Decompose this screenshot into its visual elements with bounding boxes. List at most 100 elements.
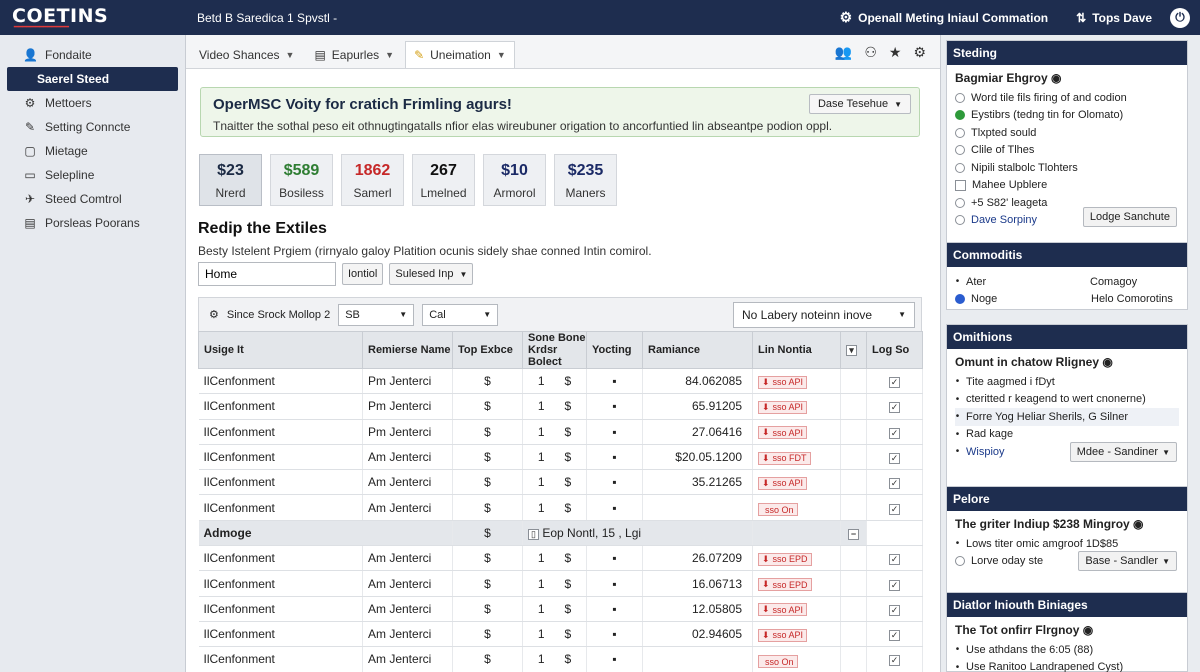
sidebar-item-steed-comtrol[interactable]: ✈ Steed Comtrol xyxy=(7,187,178,211)
banner-dropdown-button[interactable]: Dase Tesehue ▼ xyxy=(808,94,911,114)
column-menu-icon[interactable]: ▾ xyxy=(846,345,857,356)
tab-video-shances[interactable]: Video Shances ▼ xyxy=(190,41,303,68)
table-row[interactable]: IlCenfonment Am Jenterci $1 $ ▪ 35.21265 ⬇ sso… xyxy=(198,469,923,496)
checkbox-option[interactable]: Mahee Upblere xyxy=(955,177,1179,195)
open-meeting-button[interactable]: ⚙ Openall Meting Iniaul Commation xyxy=(830,9,1059,26)
table-row[interactable]: IlCenfonment Pm Jenterci $1 $ ▪ 27.06416 ⬇ sso… xyxy=(198,419,923,445)
status-badge[interactable]: ⬇ sso API xyxy=(758,628,808,642)
sidebar-item-mietage[interactable]: ▢ Mietage xyxy=(7,139,178,163)
table-row[interactable]: IlCenfonment Am Jenterci $1 $ ▪ 26.07209 ⬇ sso… xyxy=(198,545,923,572)
list-item[interactable]: • Use Ranitoo Landrapened Cyst) xyxy=(955,659,1179,672)
radio-option[interactable]: Clile of Tlhes xyxy=(955,142,1179,160)
status-badge[interactable]: ⬇ sso EPD xyxy=(758,578,812,592)
checkbox-icon[interactable]: ✓ xyxy=(889,453,900,465)
list-item[interactable]: • Forre Yog Heliar Sherils, G Silner xyxy=(955,408,1179,426)
radio-option[interactable]: Nipili stalbolc Tlohters xyxy=(955,159,1179,177)
checkbox-icon[interactable]: ✓ xyxy=(889,478,900,490)
list-item[interactable]: • Lows titer omic amgroof 1D$85 xyxy=(955,535,1179,553)
status-badge[interactable]: ⬇ sso API xyxy=(758,426,808,440)
tops-dave-button[interactable]: ⇅ Tops Dave xyxy=(1066,11,1162,25)
app-logo[interactable]: COETINS ━━━━━━━━━━━━━ xyxy=(0,0,185,35)
list-item[interactable]: • cteritted r keagend to wert cnonerne) xyxy=(955,391,1179,409)
radio-option[interactable]: Eystibrs (tedng tin for Olomato) xyxy=(955,107,1179,125)
sidebar-item-setting-conncte[interactable]: ✎ Setting Conncte xyxy=(7,115,178,139)
sulesed-dropdown[interactable]: Sulesed Inp ▼ xyxy=(389,263,474,285)
sidebar-item-fondaite[interactable]: 👤 Fondaite xyxy=(7,43,178,67)
list-item[interactable]: • Use athdans the 6:05 (88) xyxy=(955,641,1179,659)
column-header[interactable]: Lin Nontia xyxy=(752,331,841,369)
column-header[interactable]: Ramiance xyxy=(642,331,753,369)
list-item[interactable]: Noge Helo Comorotins xyxy=(955,291,1179,309)
select-cal[interactable]: Cal ▼ xyxy=(422,303,499,326)
table-row[interactable]: IlCenfonment Am Jenterci $1 $ ▪ $20.05.1200 ⬇… xyxy=(198,444,923,471)
table-row[interactable]: IlCenfonment Am Jenterci $1 $ ▪ 02.94605 ⬇ sso… xyxy=(198,621,923,648)
column-header[interactable]: Log So xyxy=(866,331,923,369)
table-row[interactable]: IlCenfonment Am Jenterci $1 $ ▪ sso On ✓ xyxy=(198,646,923,672)
status-badge[interactable]: ⬇ sso API xyxy=(758,375,808,389)
breadcrumb[interactable]: Betd B Saredica 1 Spvstl - xyxy=(197,11,830,25)
sidebar-item-porsleas-poorans[interactable]: ▤ Porsleas Poorans xyxy=(7,211,178,235)
checkbox-icon[interactable]: ✓ xyxy=(889,604,900,616)
status-badge[interactable]: ⬇ sso API xyxy=(758,476,808,490)
status-badge[interactable]: ⬇ sso API xyxy=(758,603,808,617)
checkbox-icon[interactable]: ✓ xyxy=(889,377,900,389)
table-row[interactable]: IlCenfonment Am Jenterci $1 $ ▪ sso On ✓ xyxy=(198,494,923,521)
status-badge[interactable]: sso On xyxy=(758,655,798,669)
mdee-sandiner-button[interactable]: Mdee - Sandiner ▼ xyxy=(1069,442,1177,462)
table-row[interactable]: IlCenfonment Am Jenterci $1 $ ▪ 16.06713 ⬇ sso… xyxy=(198,570,923,597)
status-badge[interactable]: ⬇ sso API xyxy=(758,400,808,414)
column-header[interactable]: Sone Bone Krdsr Bolect xyxy=(522,331,587,369)
stat-card[interactable]: $589 Bosiless xyxy=(270,154,333,206)
lodge-sanchute-button[interactable]: Lodge Sanchute xyxy=(1082,207,1177,227)
stat-card[interactable]: $235 Maners xyxy=(554,154,617,206)
stat-card[interactable]: $23 Nrerd xyxy=(199,154,262,206)
status-badge[interactable]: ⬇ sso FDT xyxy=(758,451,811,465)
column-header[interactable]: Yocting xyxy=(586,331,643,369)
home-input[interactable] xyxy=(198,262,336,286)
list-item[interactable]: • Tite aagmed i fDyt xyxy=(955,373,1179,391)
base-sandler-button[interactable]: Base - Sandler ▼ xyxy=(1078,551,1177,571)
checkbox-icon[interactable]: ✓ xyxy=(889,655,900,667)
sidebar-item-mettoers[interactable]: ⚙ Mettoers xyxy=(7,91,178,115)
list-item[interactable]: • Rad kage xyxy=(955,426,1179,444)
stat-card[interactable]: $10 Armorol xyxy=(483,154,546,206)
status-badge[interactable]: ⬇ sso EPD xyxy=(758,552,812,566)
checkbox-icon[interactable]: ✓ xyxy=(889,402,900,414)
settings-icon[interactable]: ⚙ xyxy=(209,308,219,321)
column-header[interactable]: Top Exbce xyxy=(452,331,523,369)
checkbox-icon[interactable]: ✓ xyxy=(889,427,900,439)
checkbox-icon[interactable]: ✓ xyxy=(889,630,900,642)
cell-currency: $ xyxy=(452,545,523,572)
status-badge[interactable]: sso On xyxy=(758,503,798,517)
radio-option[interactable]: Tlxpted sould xyxy=(955,124,1179,142)
list-item[interactable]: • Ater Comagoy xyxy=(955,273,1179,291)
stat-card[interactable]: 1862 Samerl xyxy=(341,154,404,206)
column-header[interactable]: Remierse Name xyxy=(362,331,453,369)
cell-pin: ▪ xyxy=(586,621,643,648)
checkbox-icon[interactable]: ✓ xyxy=(889,554,900,566)
grid-search-select[interactable]: No Labery noteinn inove ▼ xyxy=(733,301,915,328)
column-header[interactable]: Usige It xyxy=(198,331,363,369)
radio-option[interactable]: Word tile fils firing of and codion xyxy=(955,89,1179,107)
tab-eapurles[interactable]: ▤ Eapurles ▼ xyxy=(305,41,403,68)
checkbox-icon[interactable]: ✓ xyxy=(889,503,900,515)
cell-name: IlCenfonment xyxy=(198,393,363,420)
table-row[interactable]: IlCenfonment Am Jenterci $1 $ ▪ 12.05805 ⬇ sso… xyxy=(198,596,923,622)
user-avatar[interactable]: ⏻ xyxy=(1170,7,1190,28)
collapse-icon[interactable]: − xyxy=(848,528,859,540)
column-header[interactable]: ▾ xyxy=(840,331,867,369)
user-icon[interactable]: ⚇ xyxy=(864,44,877,61)
gear-icon[interactable]: ⚙ xyxy=(913,44,926,61)
table-row[interactable]: IlCenfonment Pm Jenterci $1 $ ▪ 65.91205 ⬇ sso… xyxy=(198,393,923,420)
sidebar-item-selepline[interactable]: ▭ Selepline xyxy=(7,163,178,187)
tab-uneimation[interactable]: ✎ Uneimation ▼ xyxy=(405,41,515,68)
group-row[interactable]: Admoge $ ▯ Eop Nontl, 15 , Lgi − xyxy=(198,520,923,547)
table-row[interactable]: IlCenfonment Pm Jenterci $1 $ ▪ 84.062085 ⬇ ss… xyxy=(198,368,923,395)
stat-card[interactable]: 267 Lmelned xyxy=(412,154,475,206)
checkbox-icon[interactable]: ✓ xyxy=(889,579,900,591)
sidebar-item-saerel-steed[interactable]: Saerel Steed xyxy=(7,67,178,91)
iontiol-button[interactable]: Iontiol xyxy=(342,263,384,285)
users-icon[interactable]: 👥 xyxy=(835,44,852,61)
star-icon[interactable]: ★ xyxy=(889,44,902,61)
select-sb[interactable]: SB ▼ xyxy=(338,303,415,326)
